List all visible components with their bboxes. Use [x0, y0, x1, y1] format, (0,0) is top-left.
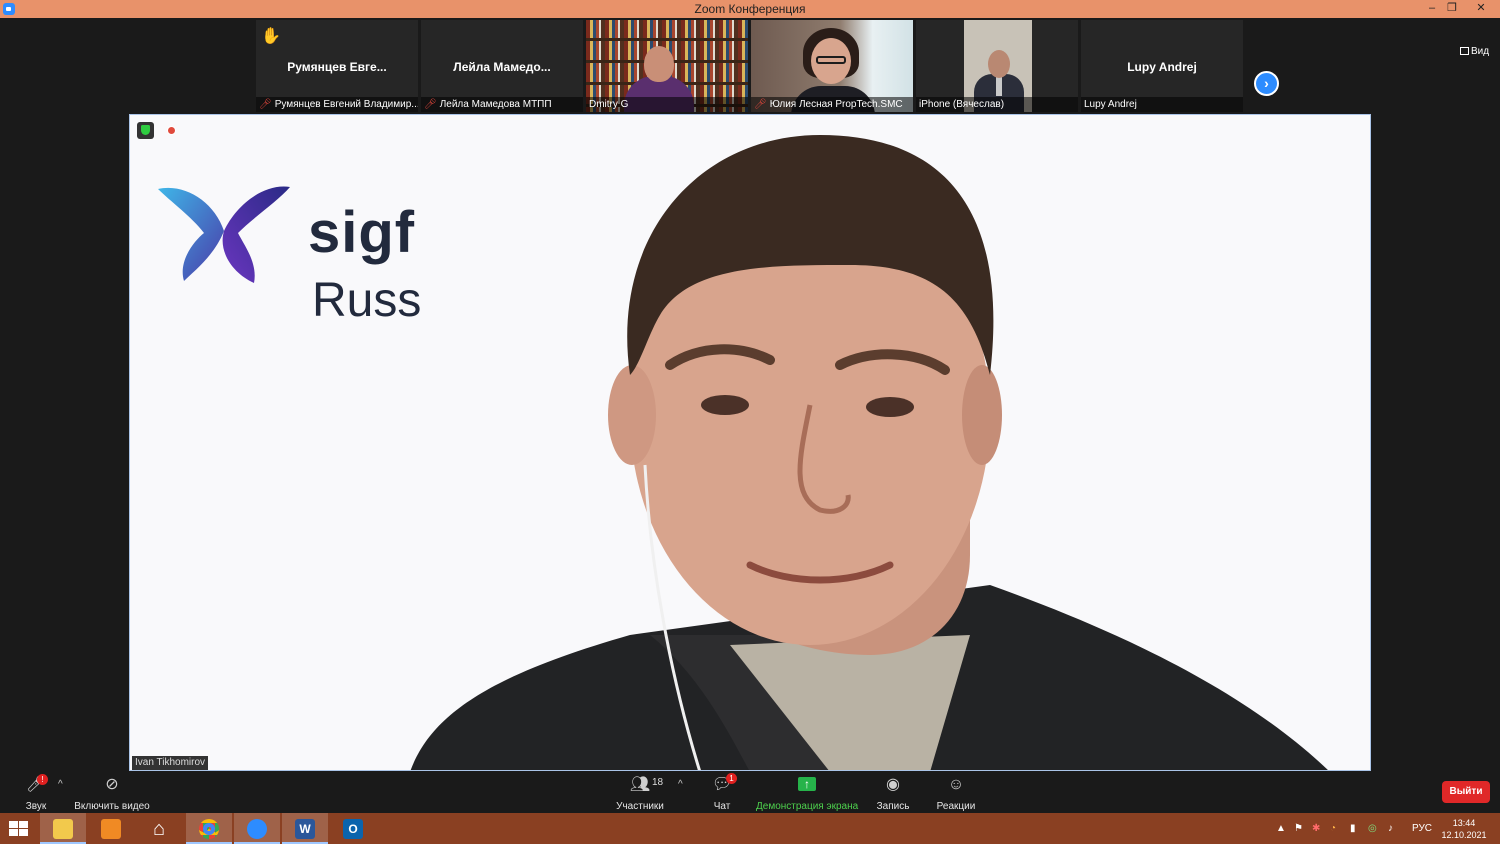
- taskbar-zoom[interactable]: [234, 813, 280, 844]
- close-button[interactable]: ✕: [1468, 0, 1494, 18]
- participant-strip: ✋ Румянцев Евге... 🎤︎ Румянцев Евгений Вл…: [0, 18, 1500, 114]
- taskbar-chrome[interactable]: [186, 813, 232, 844]
- outlook-icon: O: [343, 819, 363, 839]
- chrome-icon: [199, 819, 219, 839]
- sigfox-logo-mark: [154, 181, 294, 296]
- chat-unread-badge: 1: [726, 773, 737, 784]
- record-icon: ◉: [886, 776, 900, 793]
- antivirus-icon[interactable]: ✱: [1312, 813, 1320, 844]
- maximize-button[interactable]: ❐: [1440, 0, 1464, 18]
- flag-icon[interactable]: ⚑: [1294, 813, 1303, 844]
- taskbar-outlook[interactable]: O: [330, 813, 376, 844]
- participant-name: Лейла Мамедо...: [453, 60, 551, 74]
- system-clock[interactable]: 13:44 12.10.2021: [1440, 817, 1488, 841]
- recording-indicator-icon: [167, 126, 176, 135]
- participants-count: 18: [652, 777, 664, 788]
- security-shield-icon[interactable]: [137, 122, 154, 139]
- participants-options-caret[interactable]: ^: [678, 779, 683, 790]
- audio-warning-badge: !: [37, 774, 48, 785]
- speaker-video-frame: [410, 135, 1328, 770]
- mic-muted-icon: 🎤︎: [424, 99, 437, 110]
- title-bar: Zoom Конференция – ❐ ✕: [0, 0, 1500, 18]
- window-title: Zoom Конференция: [694, 2, 806, 16]
- start-video-button[interactable]: ⊘ Включить видео: [74, 775, 150, 812]
- media-player-icon: [101, 819, 121, 839]
- record-button[interactable]: ◉ Запись: [874, 775, 912, 812]
- taskbar-media-player[interactable]: [88, 813, 134, 844]
- home-icon: ⌂: [152, 818, 166, 840]
- feed-icon[interactable]: ◔: [1330, 813, 1336, 844]
- participant-caption: 🎤︎ Юлия Лесная PropTech.SMC: [751, 97, 913, 112]
- participant-name: Lupy Andrej: [1127, 60, 1197, 74]
- mic-muted-icon: 🎤︎: [754, 99, 767, 110]
- chevron-right-icon[interactable]: ›: [1254, 71, 1279, 96]
- meeting-toolbar: 🎤︎ Звук ! ^ ⊘ Включить видео 👥︎ Участник…: [0, 771, 1500, 813]
- grid-icon: [1460, 47, 1469, 55]
- raised-hand-icon: ✋: [261, 28, 281, 45]
- view-button[interactable]: Вид: [1460, 46, 1489, 57]
- share-screen-icon: [756, 774, 858, 795]
- tray-overflow-icon[interactable]: ▲: [1276, 813, 1286, 844]
- video-off-icon: ⊘: [105, 776, 119, 793]
- word-icon: W: [295, 819, 315, 839]
- participant-caption: 🎤︎ Лейла Мамедова МТПП: [421, 97, 583, 112]
- clock-time: 13:44: [1452, 818, 1476, 828]
- reactions-button[interactable]: ☺ Реакции: [934, 775, 978, 812]
- participant-caption: Lupy Andrej: [1081, 97, 1243, 112]
- leave-meeting-button[interactable]: Выйти: [1442, 781, 1490, 803]
- file-explorer-icon: [53, 819, 73, 839]
- participant-tile[interactable]: ✋ Румянцев Евге... 🎤︎ Румянцев Евгений Вл…: [256, 20, 418, 112]
- participant-video-tile[interactable]: 🎤︎ Юлия Лесная PropTech.SMC: [751, 20, 913, 112]
- participant-name: Румянцев Евге...: [287, 60, 387, 74]
- participant-caption: Dmitry G: [586, 97, 748, 112]
- taskbar-file-explorer[interactable]: [40, 813, 86, 844]
- zoom-icon: [247, 819, 267, 839]
- participant-tile[interactable]: Лейла Мамедо... 🎤︎ Лейла Мамедова МТПП: [421, 20, 583, 112]
- windows-taskbar: ⌂ W O ▲ ⚑ ✱ ◔ ▮ ◎ ♪ РУС 13:44 12.10.2021: [0, 813, 1500, 844]
- volume-icon[interactable]: ♪: [1388, 813, 1393, 844]
- participant-caption: 🎤︎ Румянцев Евгений Владимир...: [256, 97, 418, 112]
- speaker-name-tag: Ivan Tikhomirov: [132, 756, 209, 770]
- clock-date: 12.10.2021: [1441, 830, 1487, 840]
- input-language[interactable]: РУС: [1412, 813, 1432, 844]
- taskbar-word[interactable]: W: [282, 813, 328, 844]
- sync-icon[interactable]: ◎: [1368, 813, 1377, 844]
- mic-muted-icon: 🎤︎: [259, 99, 272, 110]
- participant-tile[interactable]: Lupy Andrej Lupy Andrej: [1081, 20, 1243, 112]
- participant-caption: iPhone (Вячеслав): [916, 97, 1078, 112]
- participant-video-tile[interactable]: iPhone (Вячеслав): [916, 20, 1078, 112]
- participant-video-tile[interactable]: Dmitry G: [586, 20, 748, 112]
- share-screen-button[interactable]: Демонстрация экрана: [756, 774, 858, 812]
- active-speaker-video[interactable]: sigf Russ Ivan Tikhomirov: [129, 114, 1371, 771]
- taskbar-home[interactable]: ⌂: [136, 813, 182, 844]
- smiley-plus-icon: ☺: [947, 776, 965, 793]
- network-icon[interactable]: ▮: [1350, 813, 1356, 844]
- start-icon: [9, 821, 29, 837]
- audio-options-caret[interactable]: ^: [58, 779, 63, 790]
